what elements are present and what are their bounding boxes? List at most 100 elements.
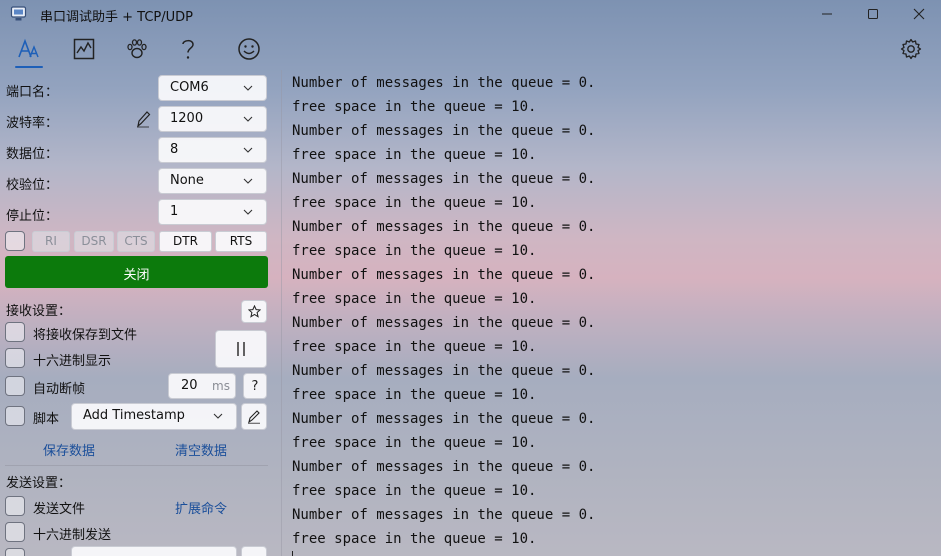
maximize-button[interactable] (850, 0, 896, 28)
log-line: free space in the queue = 10. (292, 195, 537, 211)
log-line: free space in the queue = 10. (292, 243, 537, 259)
cts-button[interactable]: CTS (117, 231, 155, 252)
send-file-checkbox[interactable] (5, 496, 25, 516)
hex-display-checkbox[interactable] (5, 348, 25, 368)
parity-select[interactable]: None (158, 168, 267, 194)
log-line: Number of messages in the queue = 0. (292, 123, 596, 139)
chevron-down-icon (243, 85, 253, 91)
app-icon (10, 6, 27, 21)
port-label: 端口名： (6, 85, 59, 100)
dsr-button[interactable]: DSR (74, 231, 114, 252)
help-icon (182, 39, 194, 59)
send-script-checkbox[interactable] (5, 548, 25, 556)
close-port-button[interactable]: 关闭 (5, 256, 268, 288)
pins-checkbox[interactable] (5, 231, 25, 251)
stop-bits-select[interactable]: 1 (158, 199, 267, 225)
send-script-select[interactable] (71, 546, 237, 556)
paw-tab[interactable] (124, 36, 150, 62)
log-line: free space in the queue = 10. (292, 147, 537, 163)
save-data-link[interactable]: 保存数据 (43, 440, 95, 459)
data-bits-select[interactable]: 8 (158, 137, 267, 163)
stop-bits-label: 停止位： (6, 209, 59, 224)
script-value: Add Timestamp (83, 408, 185, 423)
auto-frame-help-button[interactable]: ? (243, 373, 267, 399)
minimize-icon (822, 13, 832, 15)
chart-tab[interactable] (71, 36, 97, 62)
stop-bits-value: 1 (170, 204, 179, 219)
favorite-button[interactable] (241, 300, 267, 323)
data-bits-label: 数据位： (6, 147, 59, 162)
smiley-icon (238, 38, 260, 60)
settings-button[interactable] (898, 36, 924, 62)
log-line: Number of messages in the queue = 0. (292, 315, 596, 331)
font-icon (18, 38, 39, 58)
script-label: 脚本 (33, 412, 60, 427)
edit-send-script-button[interactable] (241, 546, 267, 556)
save-to-file-checkbox[interactable] (5, 322, 25, 342)
script-select[interactable]: Add Timestamp (71, 403, 237, 430)
chevron-down-icon (213, 413, 223, 419)
port-value: COM6 (170, 80, 209, 95)
toolbar (0, 28, 941, 70)
pause-button[interactable] (215, 330, 267, 368)
script-checkbox[interactable] (5, 406, 25, 426)
auto-frame-checkbox[interactable] (5, 376, 25, 396)
log-line: Number of messages in the queue = 0. (292, 363, 596, 379)
paw-icon (127, 39, 147, 59)
baud-select[interactable]: 1200 (158, 106, 267, 132)
active-tab-indicator (15, 66, 43, 68)
save-to-file-label: 将接收保存到文件 (33, 328, 138, 343)
clear-data-link[interactable]: 清空数据 (175, 440, 227, 459)
log-line: Number of messages in the queue = 0. (292, 267, 596, 283)
receive-section-label: 接收设置： (6, 304, 72, 319)
pen-icon (248, 410, 260, 424)
settings-panel: 端口名： COM6 波特率： 1200 数据位： 8 校验位： None 停止位… (0, 70, 281, 556)
log-line: free space in the queue = 10. (292, 291, 537, 307)
edit-script-button[interactable] (241, 403, 267, 430)
chevron-down-icon (243, 178, 253, 184)
chart-icon (73, 38, 95, 60)
baud-value: 1200 (170, 111, 204, 126)
extend-command-link[interactable]: 扩展命令 (175, 498, 227, 517)
close-icon (913, 8, 925, 20)
chevron-down-icon (243, 209, 253, 215)
pen-icon[interactable] (135, 110, 151, 128)
parity-value: None (170, 173, 204, 188)
pause-icon (237, 342, 245, 356)
rts-button[interactable]: RTS (215, 231, 267, 252)
port-select[interactable]: COM6 (158, 75, 267, 101)
auto-frame-input[interactable]: 20 ms (168, 373, 236, 399)
hex-send-checkbox[interactable] (5, 522, 25, 542)
hex-send-label: 十六进制发送 (33, 528, 112, 543)
window-title: 串口调试助手 + TCP/UDP (40, 10, 193, 25)
send-file-label: 发送文件 (33, 502, 86, 517)
send-section-label: 发送设置： (6, 476, 72, 491)
log-line: Number of messages in the queue = 0. (292, 507, 596, 523)
log-line: free space in the queue = 10. (292, 435, 537, 451)
log-line: Number of messages in the queue = 0. (292, 75, 596, 91)
chevron-down-icon (243, 116, 253, 122)
font-tab[interactable] (16, 36, 42, 62)
log-line: free space in the queue = 10. (292, 99, 537, 115)
text-caret (292, 551, 293, 556)
auto-frame-unit: ms (212, 379, 230, 393)
auto-frame-label: 自动断帧 (33, 382, 86, 397)
ri-button[interactable]: RI (32, 231, 70, 252)
baud-label: 波特率： (6, 116, 59, 131)
smiley-tab[interactable] (236, 36, 262, 62)
log-line: Number of messages in the queue = 0. (292, 219, 596, 235)
receive-log[interactable]: Number of messages in the queue = 0. free… (282, 70, 941, 556)
maximize-icon (868, 9, 878, 19)
minimize-button[interactable] (804, 0, 850, 28)
hex-display-label: 十六进制显示 (33, 354, 112, 369)
log-line: Number of messages in the queue = 0. (292, 171, 596, 187)
gear-icon (900, 38, 922, 60)
dtr-button[interactable]: DTR (159, 231, 212, 252)
parity-label: 校验位： (6, 178, 59, 193)
help-tab[interactable] (175, 36, 201, 62)
section-divider (5, 465, 268, 466)
log-line: free space in the queue = 10. (292, 387, 537, 403)
data-bits-value: 8 (170, 142, 179, 157)
close-window-button[interactable] (896, 0, 941, 28)
log-line: Number of messages in the queue = 0. (292, 411, 596, 427)
